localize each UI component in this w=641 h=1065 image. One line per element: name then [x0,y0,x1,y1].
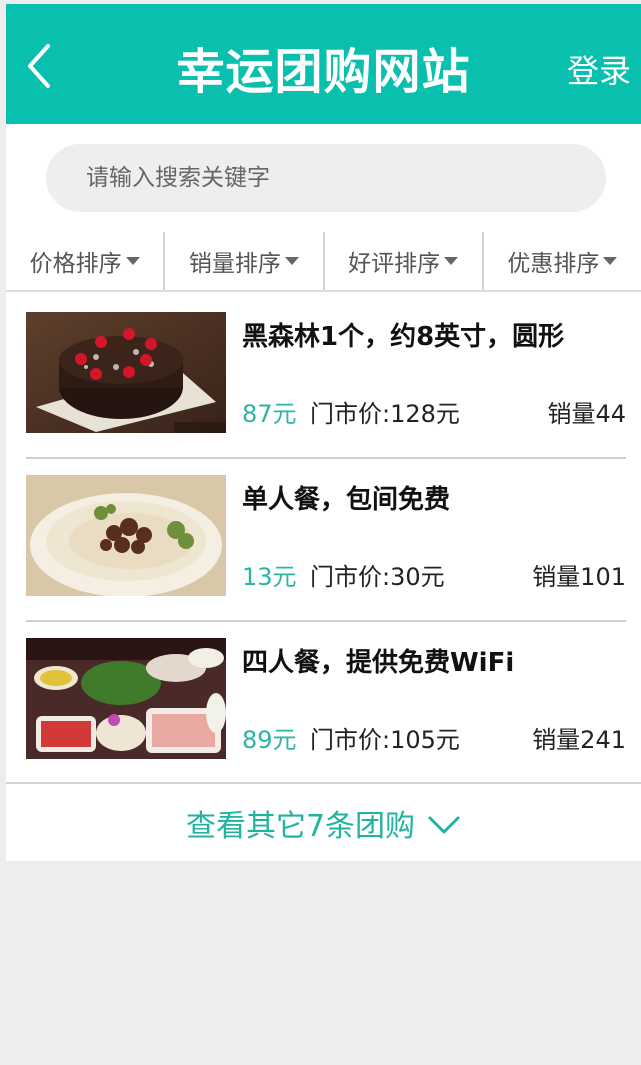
caret-down-icon [603,257,618,265]
deal-price: 87元 [242,400,297,428]
sort-label: 优惠排序 [507,251,600,277]
page-title: 幸运团购网站 [176,44,471,100]
search-input[interactable] [46,144,606,212]
deal-title: 单人餐，包间免费 [242,485,451,515]
sort-bar: 价格排序 销量排序 好评排序 优惠排序 [6,232,641,292]
market-price: 门市价:105元 [310,726,460,754]
deal-item[interactable]: 单人餐，包间免费 13元 门市价:30元 销量101 [26,457,626,620]
sort-by-sales[interactable]: 销量排序 [163,232,322,290]
content-area: 价格排序 销量排序 好评排序 优惠排序 [6,124,641,861]
deal-price: 89元 [242,726,297,754]
header: 幸运团购网站 登录 [6,4,641,124]
market-price: 门市价:128元 [310,400,460,428]
sort-label: 价格排序 [29,251,122,277]
caret-down-icon [284,257,299,265]
sort-by-rating[interactable]: 好评排序 [322,232,482,290]
chevron-down-icon [428,816,460,833]
view-more-button[interactable]: 查看其它7条团购 [6,782,641,861]
market-price: 门市价:30元 [310,563,445,591]
app-frame: 幸运团购网站 登录 价格排序 销量排序 好评排序 优惠排序 [6,4,641,1065]
caret-down-icon [125,257,140,265]
sales-count: 销量101 [532,563,626,591]
sales-count: 销量44 [547,400,626,428]
deal-item[interactable]: 黑森林1个，约8英寸，圆形 87元 门市价:128元 销量44 [26,294,626,457]
sort-label: 好评排序 [348,251,441,277]
caret-down-icon [444,257,459,265]
deal-image [26,638,226,759]
deal-image [26,312,226,433]
sort-by-discount[interactable]: 优惠排序 [481,232,641,290]
deal-title: 四人餐，提供免费WiFi [242,648,515,678]
deal-title: 黑森林1个，约8英寸，圆形 [242,322,565,352]
deal-image [26,475,226,596]
deal-item[interactable]: 四人餐，提供免费WiFi 89元 门市价:105元 销量241 [26,620,626,783]
sort-label: 销量排序 [188,251,281,277]
sales-count: 销量241 [532,726,626,754]
view-more-label: 查看其它7条团购 [185,808,416,844]
deal-price: 13元 [242,563,297,591]
sort-by-price[interactable]: 价格排序 [6,232,163,290]
login-button[interactable]: 登录 [567,46,631,92]
